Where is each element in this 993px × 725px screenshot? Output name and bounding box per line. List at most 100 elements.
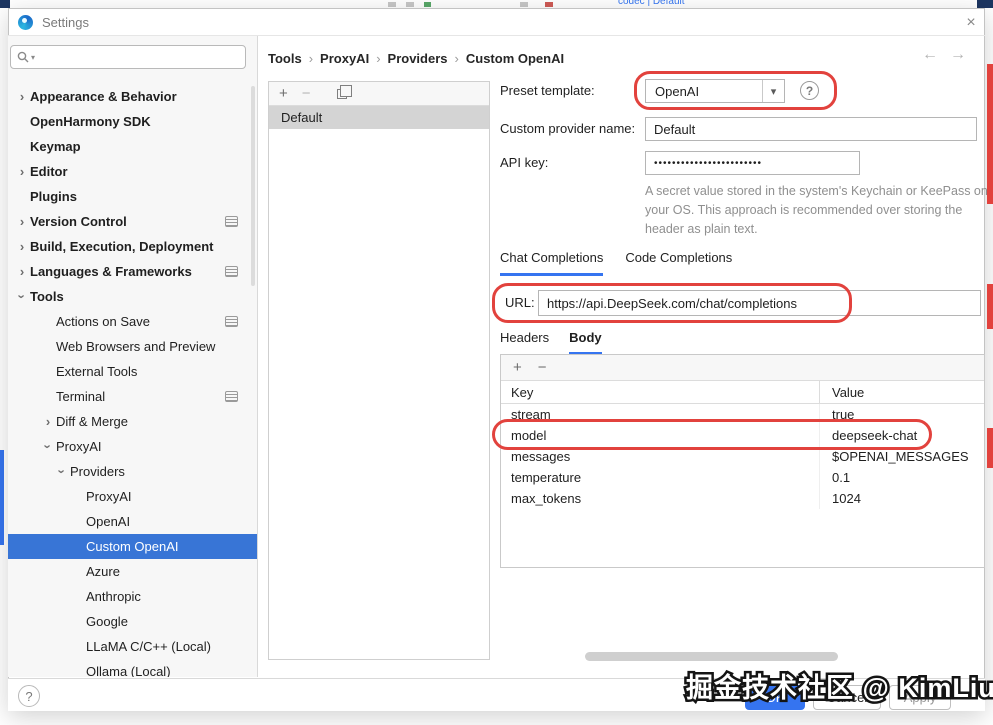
apply-button[interactable]: Apply — [889, 685, 951, 710]
tab-chat-completions[interactable]: Chat Completions — [500, 250, 604, 276]
sidebar-item-label: Editor — [30, 164, 68, 179]
help-icon[interactable]: ? — [18, 685, 40, 707]
subtab-body[interactable]: Body — [569, 330, 602, 355]
sidebar-item-diff-merge[interactable]: › Diff & Merge — [8, 409, 257, 434]
sidebar-item-appearance-behavior[interactable]: › Appearance & Behavior — [8, 84, 257, 109]
breadcrumb-item-custom-openai[interactable]: Custom OpenAI — [466, 51, 564, 66]
annotation-edge-mark — [987, 64, 993, 204]
sidebar-item-label: Languages & Frameworks — [30, 264, 192, 279]
sidebar-item-google[interactable]: Google — [8, 609, 257, 634]
sidebar-item-web-browsers-and-preview[interactable]: Web Browsers and Preview — [8, 334, 257, 359]
remove-icon[interactable]: − — [302, 86, 311, 101]
sidebar-item-label: Build, Execution, Deployment — [30, 239, 214, 254]
settings-sidebar: ▾ › Appearance & Behavior OpenHarmony SDK K… — [8, 36, 258, 677]
tree-scrollbar-thumb[interactable] — [251, 86, 255, 286]
add-row-icon[interactable]: + — [513, 360, 522, 375]
sidebar-item-label: OpenAI — [86, 514, 131, 529]
back-arrow-icon[interactable]: ← — [922, 46, 938, 64]
url-input[interactable] — [538, 290, 981, 316]
sidebar-item-label: ProxyAI — [56, 439, 102, 454]
sidebar-item-version-control[interactable]: › Version Control — [8, 209, 257, 234]
table-row-temperature[interactable]: temperature 0.1 — [501, 467, 984, 488]
sidebar-item-proxyai[interactable]: › ProxyAI — [8, 434, 257, 459]
chevron-right-icon[interactable]: › — [14, 215, 30, 228]
row-value[interactable]: true — [819, 404, 984, 425]
row-value[interactable]: $OPENAI_MESSAGES — [819, 446, 984, 467]
sidebar-item-label: External Tools — [56, 364, 138, 379]
ide-toolbar-fragment — [520, 2, 528, 7]
breadcrumb-separator: › — [454, 50, 459, 66]
chevron-right-icon[interactable]: › — [14, 90, 30, 103]
subtab-headers[interactable]: Headers — [500, 330, 549, 355]
forward-arrow-icon[interactable]: → — [950, 46, 966, 64]
row-key[interactable]: max_tokens — [501, 488, 819, 509]
table-row-model[interactable]: model deepseek-chat — [501, 425, 984, 446]
breadcrumb-separator: › — [376, 50, 381, 66]
sidebar-item-label: Version Control — [30, 214, 127, 229]
preset-help-icon[interactable]: ? — [800, 81, 819, 100]
chevron-right-icon[interactable]: › — [14, 240, 30, 253]
sidebar-item-azure[interactable]: Azure — [8, 559, 257, 584]
sidebar-item-custom-openai[interactable]: Custom OpenAI — [8, 534, 257, 559]
row-value[interactable]: deepseek-chat — [819, 425, 984, 446]
sidebar-item-external-tools[interactable]: External Tools — [8, 359, 257, 384]
sidebar-item-openai[interactable]: OpenAI — [8, 509, 257, 534]
row-key[interactable]: model — [501, 425, 819, 446]
table-rows: stream true model deepseek-chat messages $OPE… — [501, 404, 984, 509]
sidebar-item-llama-c-c-local[interactable]: LLaMA C/C++ (Local) — [8, 634, 257, 659]
preset-template-label: Preset template: — [500, 83, 595, 98]
sidebar-item-ollama-local[interactable]: Ollama (Local) — [8, 659, 257, 677]
sidebar-item-plugins[interactable]: Plugins — [8, 184, 257, 209]
row-key[interactable]: stream — [501, 404, 819, 425]
provider-config-list-panel: + − Default — [268, 81, 490, 660]
ok-button[interactable]: OK — [745, 685, 805, 710]
sidebar-item-terminal[interactable]: Terminal — [8, 384, 257, 409]
sidebar-item-providers[interactable]: › Providers — [8, 459, 257, 484]
list-item-default[interactable]: Default — [269, 106, 489, 129]
table-row-max-tokens[interactable]: max_tokens 1024 — [501, 488, 984, 509]
row-value[interactable]: 1024 — [819, 488, 984, 509]
chevron-right-icon[interactable]: › — [14, 265, 30, 278]
row-value[interactable]: 0.1 — [819, 467, 984, 488]
breadcrumb-item-providers[interactable]: Providers — [388, 51, 448, 66]
chevron-right-icon[interactable]: › — [14, 165, 30, 178]
sidebar-item-build-execution-deployment[interactable]: › Build, Execution, Deployment — [8, 234, 257, 259]
sidebar-item-label: OpenHarmony SDK — [30, 114, 151, 129]
sidebar-item-openharmony-sdk[interactable]: OpenHarmony SDK — [8, 109, 257, 134]
sidebar-item-keymap[interactable]: Keymap — [8, 134, 257, 159]
sidebar-item-actions-on-save[interactable]: Actions on Save — [8, 309, 257, 334]
api-key-label: API key: — [500, 155, 549, 170]
breadcrumb-item-tools[interactable]: Tools — [268, 51, 302, 66]
breadcrumb: Tools › ProxyAI › Providers › Custom OpenAI — [268, 48, 564, 68]
chevron-down-icon[interactable]: › — [15, 289, 30, 305]
provider-name-input[interactable] — [645, 117, 977, 141]
row-key[interactable]: temperature — [501, 467, 819, 488]
chevron-down-icon: ▾ — [762, 80, 784, 102]
chevron-down-icon[interactable]: › — [55, 464, 70, 480]
cancel-button[interactable]: Cancel — [813, 685, 881, 710]
search-input[interactable] — [37, 50, 239, 64]
sidebar-item-languages-frameworks[interactable]: › Languages & Frameworks — [8, 259, 257, 284]
row-key[interactable]: messages — [501, 446, 819, 467]
duplicate-icon[interactable] — [336, 84, 352, 99]
close-icon[interactable]: × — [961, 13, 981, 33]
plugin-settings-icon — [225, 391, 238, 402]
breadcrumb-item-proxyai[interactable]: ProxyAI — [320, 51, 369, 66]
search-options-caret-icon[interactable]: ▾ — [31, 53, 35, 62]
settings-search-box[interactable]: ▾ — [10, 45, 246, 69]
horizontal-scrollbar-thumb[interactable] — [585, 652, 838, 661]
sidebar-item-tools[interactable]: › Tools — [8, 284, 257, 309]
chevron-down-icon[interactable]: › — [41, 439, 56, 455]
tab-code-completions[interactable]: Code Completions — [625, 250, 732, 276]
sidebar-item-editor[interactable]: › Editor — [8, 159, 257, 184]
sidebar-item-proxyai[interactable]: ProxyAI — [8, 484, 257, 509]
remove-row-icon[interactable]: − — [538, 360, 547, 375]
add-icon[interactable]: + — [279, 86, 288, 101]
preset-template-select[interactable]: OpenAI ▾ — [645, 79, 785, 103]
preset-template-value: OpenAI — [655, 83, 700, 99]
api-key-input[interactable] — [645, 151, 860, 175]
table-row-messages[interactable]: messages $OPENAI_MESSAGES — [501, 446, 984, 467]
table-row-stream[interactable]: stream true — [501, 404, 984, 425]
chevron-right-icon[interactable]: › — [40, 415, 56, 428]
sidebar-item-anthropic[interactable]: Anthropic — [8, 584, 257, 609]
